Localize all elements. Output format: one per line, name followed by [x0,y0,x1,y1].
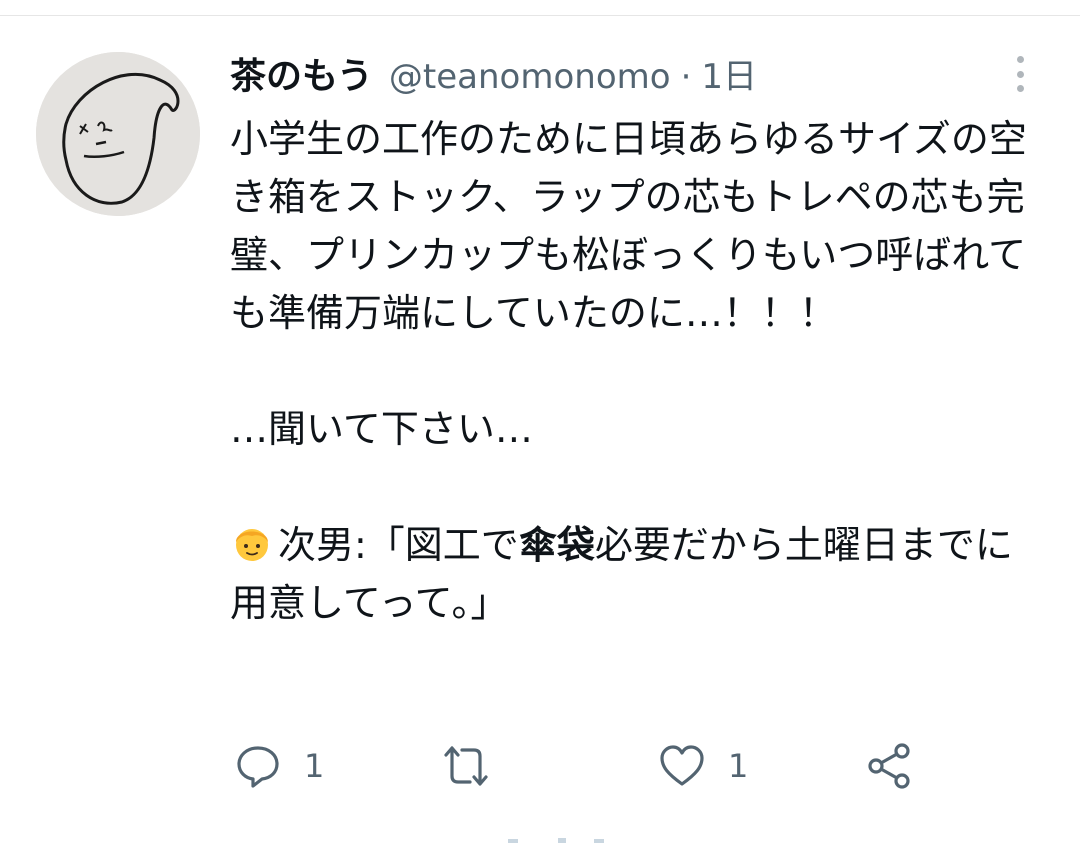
display-name[interactable]: 茶のもう [230,44,373,110]
like-button[interactable]: 1 [658,740,748,792]
tweet-paragraph-3-bold: 傘袋 [518,523,595,567]
tweet-actions: 1 1 [230,740,950,792]
tweet-paragraph-3-prefix: 次男:「図工で [278,523,519,567]
share-icon [868,743,910,789]
tweet-content: 茶のもう @teanomonomo · 1日 小学生の工作のために日頃あらゆるサ… [230,44,1040,632]
tweet-text: 小学生の工作のために日頃あらゆるサイズの空き箱をストック、ラップの芯もトレペの芯… [230,110,1030,632]
like-count: 1 [728,747,749,785]
share-button[interactable] [866,740,914,792]
avatar-drawing [36,52,200,216]
more-vertical-icon [1016,56,1024,63]
timestamp[interactable]: 1日 [701,44,757,110]
reply-button[interactable]: 1 [234,740,324,792]
tweet-paragraph-3: 次男:「図工で傘袋必要だから土曜日までに用意してって。」 [230,516,1030,632]
tweet-header: 茶のもう @teanomonomo · 1日 [230,44,1040,110]
tweet-paragraph-2: …聞いて下さい… [230,407,533,451]
next-item-peek [508,838,604,843]
reply-icon [237,746,279,788]
boy-emoji-icon [236,529,268,561]
more-options-button[interactable] [1006,54,1034,94]
reply-count: 1 [304,747,325,785]
retweet-icon [444,746,488,786]
tweet-paragraph-1: 小学生の工作のために日頃あらゆるサイズの空き箱をストック、ラップの芯もトレペの芯… [230,117,1027,335]
retweet-button[interactable] [442,740,490,792]
user-handle[interactable]: @teanomonomo [389,44,671,110]
like-icon [660,745,704,786]
avatar[interactable] [36,52,200,216]
top-divider [0,15,1080,16]
separator-dot: · [680,57,692,97]
